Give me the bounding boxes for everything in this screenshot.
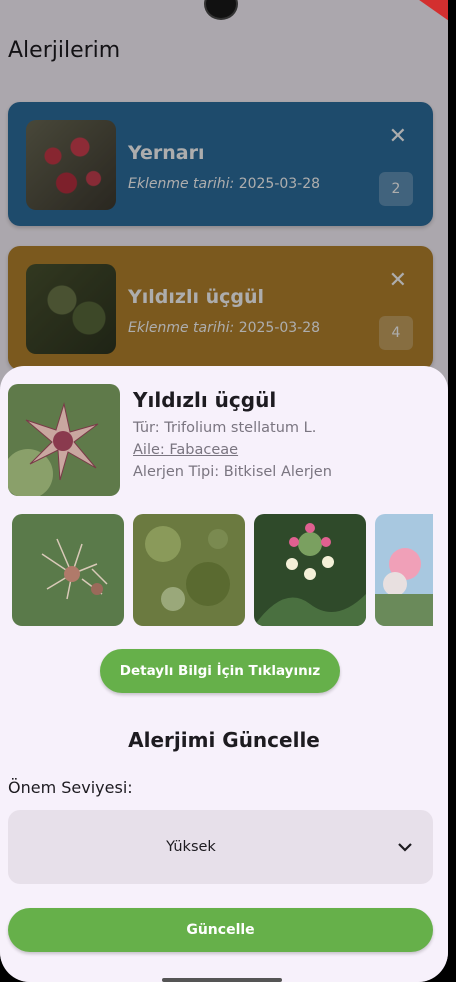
update-section-title: Alerjimi Güncelle (128, 728, 320, 752)
gallery-image[interactable] (12, 514, 124, 626)
image-gallery[interactable] (12, 514, 433, 626)
allergen-type-text: Alerjen Tipi: Bitkisel Alerjen (133, 464, 332, 480)
bottom-sheet: Yıldızlı üçgül Tür: Trifolium stellatum … (0, 366, 448, 982)
gallery-image[interactable] (375, 514, 433, 626)
home-indicator (162, 978, 282, 982)
app-screen: Alerjilerim Yernarı Eklenme tarihi: 2025… (0, 0, 448, 982)
update-button[interactable]: Güncelle (8, 908, 433, 952)
chevron-down-icon (398, 843, 412, 852)
severity-value: Yüksek (166, 839, 216, 855)
severity-select[interactable]: Yüksek (8, 810, 433, 884)
plant-name: Yıldızlı üçgül (133, 388, 277, 412)
severity-label: Önem Seviyesi: (8, 778, 133, 797)
family-link[interactable]: Aile: Fabaceae (133, 442, 238, 458)
gallery-image[interactable] (133, 514, 245, 626)
detail-info-button[interactable]: Detaylı Bilgi İçin Tıklayınız (100, 649, 340, 693)
plant-main-image (8, 384, 120, 496)
gallery-image[interactable] (254, 514, 366, 626)
species-text: Tür: Trifolium stellatum L. (133, 420, 317, 436)
